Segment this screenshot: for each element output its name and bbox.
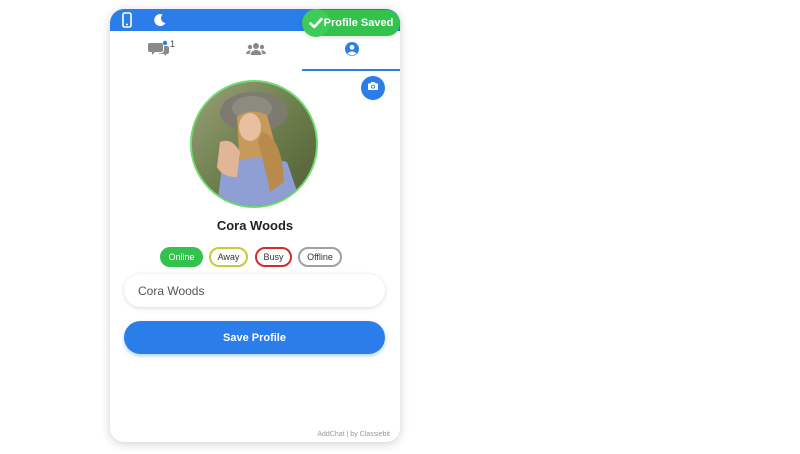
- name-input[interactable]: [124, 274, 385, 307]
- user-circle-icon: [344, 41, 360, 62]
- users-icon: [245, 41, 266, 62]
- tab-profile[interactable]: [304, 31, 400, 71]
- tab-chats[interactable]: 1: [110, 31, 207, 71]
- toast-text: Profile Saved: [323, 17, 394, 29]
- status-selector: Online Away Busy Offline: [110, 247, 400, 267]
- status-offline-button[interactable]: Offline: [298, 247, 342, 267]
- chats-icon: [147, 40, 170, 63]
- profile-name: Cora Woods: [216, 218, 294, 233]
- mobile-icon[interactable]: [119, 12, 135, 28]
- status-away-button[interactable]: Away: [209, 247, 248, 267]
- save-profile-button[interactable]: Save Profile: [124, 321, 385, 354]
- footer-credit: AddChat | by Classiebit: [317, 431, 390, 438]
- change-photo-button[interactable]: [361, 76, 385, 100]
- status-busy-button[interactable]: Busy: [255, 247, 292, 267]
- moon-icon[interactable]: [152, 12, 168, 28]
- avatar: [190, 80, 318, 208]
- status-online-button[interactable]: Online: [160, 247, 203, 267]
- camera-icon: [367, 79, 379, 97]
- tab-contacts[interactable]: [207, 31, 304, 71]
- tab-bar: 1: [110, 31, 400, 71]
- active-tab-indicator: [302, 69, 400, 71]
- profile-saved-toast: Profile Saved: [302, 9, 400, 37]
- chat-widget: 1 Cora Woods Online Away Busy Offline Co…: [110, 9, 400, 442]
- chats-badge-count: 1: [170, 39, 176, 49]
